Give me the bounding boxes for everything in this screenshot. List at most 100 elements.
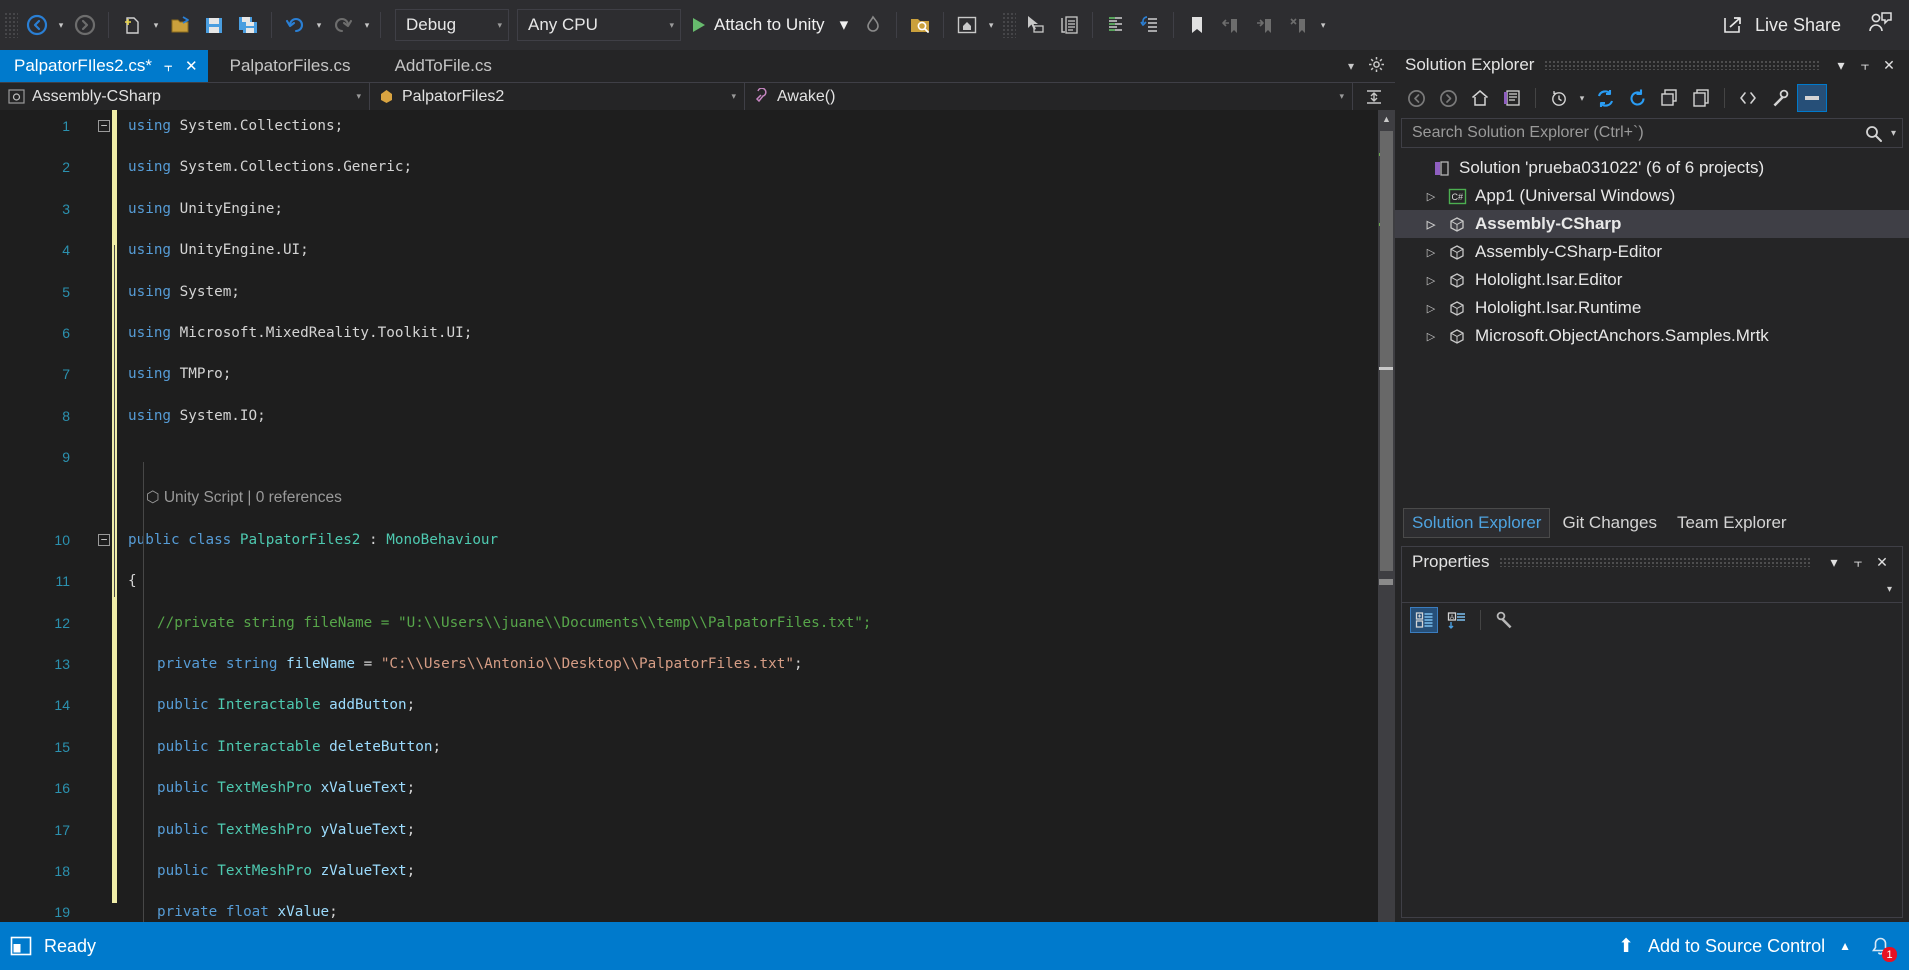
live-share-button[interactable]: Live Share [1721, 14, 1841, 36]
solution-tree[interactable]: Solution 'prueba031022' (6 of 6 projects… [1395, 148, 1909, 350]
scroll-up-icon[interactable]: ▲ [1378, 110, 1395, 127]
code-line[interactable]: 8 using System.IO; [0, 406, 1395, 427]
code-line[interactable]: 11 { [0, 571, 1395, 592]
notifications-button[interactable]: 1 [1865, 931, 1897, 962]
chevron-right-icon[interactable]: ▷ [1423, 246, 1439, 259]
tab-addtofile[interactable]: AddToFile.cs [373, 50, 514, 82]
scrollbar-thumb[interactable] [1380, 131, 1393, 571]
code-line[interactable]: 3 using UnityEngine; [0, 199, 1395, 220]
code-line[interactable]: 12 //private string fileName = "U:\\Users… [0, 613, 1395, 634]
solution-explorer-search[interactable]: ▾ [1401, 118, 1903, 148]
code-line[interactable]: 19 private float xValue; [0, 902, 1395, 922]
code-editor-surface[interactable]: 1 − using System.Collections; 2 using System… [0, 110, 1395, 922]
collapse-all-icon[interactable] [1654, 84, 1684, 112]
chevron-right-icon[interactable]: ▷ [1423, 190, 1439, 203]
code-line[interactable]: 15 public Interactable deleteButton; [0, 737, 1395, 758]
close-icon[interactable]: ✕ [1870, 554, 1894, 571]
properties-icon[interactable] [1765, 84, 1795, 112]
chevron-down-icon[interactable]: ▾ [1891, 128, 1896, 139]
tab-team-explorer[interactable]: Team Explorer [1669, 509, 1795, 537]
tab-git-changes[interactable]: Git Changes [1554, 509, 1665, 537]
properties-object-combo[interactable]: ▾ [1402, 577, 1902, 603]
open-file-icon[interactable] [163, 8, 197, 42]
hot-reload-icon[interactable] [856, 8, 890, 42]
fold-toggle-icon[interactable]: − [98, 533, 110, 546]
code-line[interactable]: 7 using TMPro; [0, 364, 1395, 385]
new-item-icon[interactable] [115, 8, 149, 42]
code-line[interactable]: 17 public TextMeshPro yValueText; [0, 820, 1395, 841]
scrollbar-track[interactable] [1378, 127, 1395, 905]
home-window-dropdown[interactable]: ▾ [984, 20, 998, 31]
pin-icon[interactable]: ⫟ [1853, 57, 1877, 74]
back-icon[interactable] [1401, 84, 1431, 112]
chevron-right-icon[interactable]: ▷ [1423, 218, 1439, 231]
categorized-icon[interactable] [1410, 607, 1438, 633]
toolbar-grip-2[interactable] [1002, 12, 1017, 38]
toolbar-overflow-button[interactable]: ▾ [1316, 20, 1330, 31]
search-input[interactable] [1410, 123, 1864, 143]
tab-palpatorfiles[interactable]: PalpatorFiles.cs [208, 50, 373, 82]
chevron-right-icon[interactable]: ▷ [1423, 330, 1439, 343]
undo-dropdown[interactable]: ▾ [312, 20, 326, 31]
code-line[interactable]: 2 using System.Collections.Generic; [0, 157, 1395, 178]
toggle-bookmark-icon[interactable] [1180, 8, 1214, 42]
solution-platform-combo[interactable]: Any CPU ▾ [517, 9, 681, 41]
previous-bookmark-icon[interactable] [1214, 8, 1248, 42]
type-dropdown[interactable]: PalpatorFiles2 ▾ [370, 83, 745, 110]
refresh-icon[interactable] [1622, 84, 1652, 112]
close-icon[interactable]: ✕ [185, 59, 198, 74]
code-text[interactable]: 1 − using System.Collections; 2 using System… [0, 116, 1395, 920]
tab-palpatorfiles2[interactable]: PalpatorFIles2.cs* ⫟ ✕ [0, 50, 208, 82]
solution-tree-item[interactable]: ▷ Hololight.Isar.Editor [1395, 266, 1909, 294]
chevron-down-icon[interactable]: ▾ [1822, 554, 1846, 571]
history-icon[interactable] [1544, 84, 1574, 112]
copy-icon[interactable] [1686, 84, 1716, 112]
solution-tree-item[interactable]: ▷ Microsoft.ObjectAnchors.Samples.Mrtk [1395, 322, 1909, 350]
undo-icon[interactable] [278, 8, 312, 42]
alphabetical-icon[interactable]: A [1442, 607, 1470, 633]
fold-toggle-icon[interactable]: − [98, 120, 110, 132]
forward-icon[interactable] [1433, 84, 1463, 112]
preview-selected-items-icon[interactable] [1797, 84, 1827, 112]
panel-drag-handle[interactable] [1544, 60, 1819, 70]
code-line[interactable]: 6 using Microsoft.MixedReality.Toolkit.UI… [0, 323, 1395, 344]
undo-edit-icon[interactable] [1133, 8, 1167, 42]
chevron-down-icon[interactable]: ▾ [1829, 57, 1853, 74]
code-line[interactable]: 18 public TextMeshPro zValueText; [0, 861, 1395, 882]
select-element-icon[interactable] [1018, 8, 1052, 42]
code-line[interactable]: 5 using System; [0, 282, 1395, 303]
code-line[interactable]: 9 [0, 447, 1395, 468]
code-line[interactable]: 13 private string fileName = "C:\\Users\\… [0, 654, 1395, 675]
codelens-row[interactable]: ⬡ Unity Script | 0 references [0, 488, 1395, 509]
add-to-source-control-button[interactable]: Add to Source Control [1648, 936, 1825, 957]
split-view-button[interactable] [1353, 83, 1395, 110]
solution-tree-item[interactable]: ▷ C# App1 (Universal Windows) [1395, 182, 1909, 210]
close-icon[interactable]: ✕ [1877, 57, 1901, 74]
solution-tree-item[interactable]: ▷ Assembly-CSharp [1395, 210, 1909, 238]
live-visual-tree-icon[interactable] [1052, 8, 1086, 42]
navigate-forward-button[interactable] [68, 8, 102, 42]
tab-solution-explorer[interactable]: Solution Explorer [1403, 508, 1551, 538]
toolbar-grip[interactable] [4, 12, 18, 38]
attach-to-unity-button[interactable]: Attach to Unity ▾ [681, 8, 856, 42]
panel-drag-handle[interactable] [1499, 557, 1812, 567]
code-line[interactable]: 10 − public class PalpatorFiles2 : MonoBeh… [0, 530, 1395, 551]
save-icon[interactable] [197, 8, 231, 42]
pin-icon[interactable]: ⫟ [1846, 554, 1870, 571]
project-dropdown[interactable]: Assembly-CSharp ▾ [0, 83, 370, 110]
home-icon[interactable] [1465, 84, 1495, 112]
property-pages-icon[interactable] [1491, 607, 1519, 633]
next-bookmark-icon[interactable] [1248, 8, 1282, 42]
navigate-backward-button[interactable] [20, 8, 54, 42]
show-all-files-icon[interactable] [1733, 84, 1763, 112]
solution-configuration-combo[interactable]: Debug ▾ [395, 9, 509, 41]
gear-icon[interactable] [1368, 56, 1385, 76]
codelens-label[interactable]: ⬡ Unity Script | 0 references [146, 488, 342, 509]
chevron-down-icon[interactable]: ▾ [840, 15, 849, 35]
chevron-right-icon[interactable]: ▷ [1423, 302, 1439, 315]
account-button[interactable] [1867, 11, 1893, 40]
solution-tree-item[interactable]: ▷ Hololight.Isar.Runtime [1395, 294, 1909, 322]
code-line[interactable]: 14 public Interactable addButton; [0, 695, 1395, 716]
home-window-icon[interactable] [950, 8, 984, 42]
code-line[interactable]: 16 public TextMeshPro xValueText; [0, 778, 1395, 799]
